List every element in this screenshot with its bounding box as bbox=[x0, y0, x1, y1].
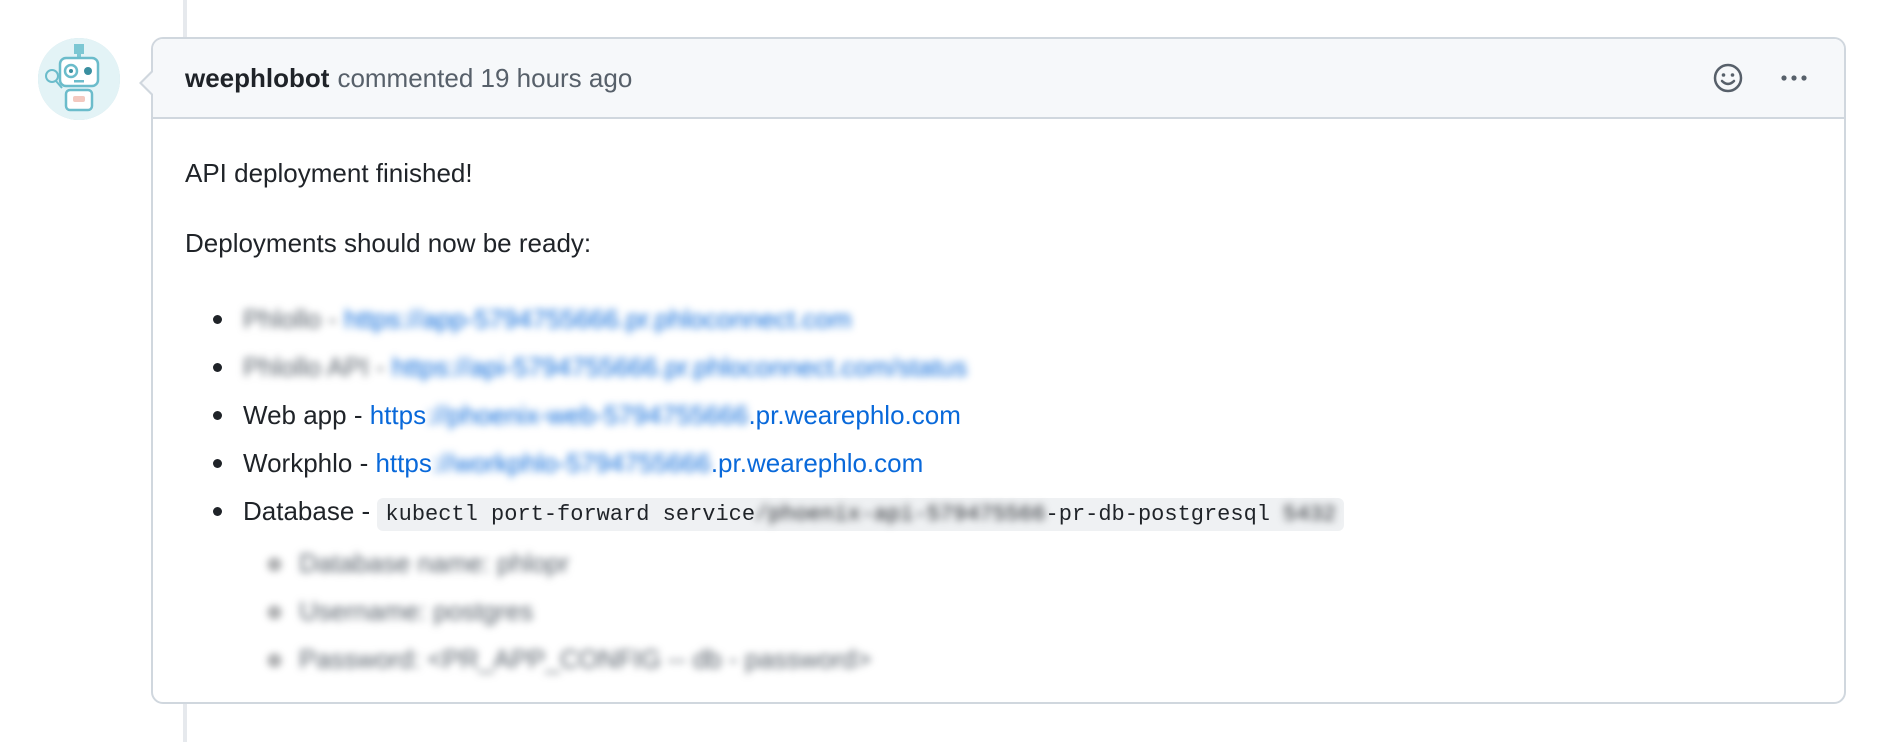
deployment-separator: - bbox=[354, 496, 378, 526]
comment-body: API deployment finished! Deployments sho… bbox=[153, 119, 1844, 683]
add-reaction-button[interactable] bbox=[1708, 58, 1748, 98]
deployment-link[interactable]: https://api-5794755666.pr.phloconnect.co… bbox=[392, 352, 967, 382]
code-end: -pr-db-postgresql bbox=[1045, 502, 1270, 527]
link-hidden: ://phoenix-web-5794755666 bbox=[426, 400, 749, 430]
workphlo-link[interactable]: https://workphlo-5794755666.pr.wearephlo… bbox=[375, 448, 923, 478]
deployment-label: Web app bbox=[243, 400, 347, 430]
deployment-separator: - bbox=[321, 304, 345, 334]
deployment-link[interactable]: https://app-5794755666.pr.phloconnect.co… bbox=[344, 304, 851, 334]
deployment-intro: Deployments should now be ready: bbox=[185, 228, 592, 258]
link-start: https bbox=[369, 400, 427, 430]
link-start: https bbox=[375, 448, 432, 478]
code-hidden: /phoenix-api-579475566 bbox=[755, 502, 1046, 527]
comment-header: weephlobot commented 19 hours ago bbox=[153, 39, 1844, 119]
robot-avatar-icon bbox=[38, 38, 120, 120]
code-tail: 5432 bbox=[1269, 502, 1336, 527]
list-item: Workphlo - https://workphlo-5794755666.p… bbox=[213, 439, 1812, 487]
comment-author[interactable]: weephlobot bbox=[185, 63, 329, 94]
comment-timestamp[interactable]: commented 19 hours ago bbox=[337, 63, 632, 94]
list-item: Phlollo - https://app-5794755666.pr.phlo… bbox=[213, 295, 1812, 343]
list-item: Web app - https://phoenix-web-5794755666… bbox=[213, 391, 1812, 439]
code-start: kubectl port-forward service bbox=[385, 502, 756, 527]
database-detail: Database name: phlopr bbox=[269, 539, 1812, 587]
deployment-label: Phlollo API bbox=[243, 352, 369, 382]
database-details-list: Database name: phlopr Username: postgres… bbox=[243, 539, 1812, 683]
link-end: .pr.wearephlo.com bbox=[710, 448, 924, 478]
deployment-heading: API deployment finished! bbox=[185, 158, 473, 188]
link-hidden: ://workphlo-5794755666 bbox=[431, 448, 711, 478]
deployment-separator: - bbox=[368, 352, 392, 382]
kebab-horizontal-icon bbox=[1781, 75, 1807, 81]
deployment-label: Workphlo bbox=[243, 448, 353, 478]
comment-actions bbox=[1708, 39, 1814, 117]
deployment-label: Database bbox=[243, 496, 355, 526]
link-end: .pr.wearephlo.com bbox=[748, 400, 961, 430]
database-detail: Username: postgres bbox=[269, 587, 1812, 635]
web-app-link[interactable]: https://phoenix-web-5794755666.pr.wearep… bbox=[370, 400, 961, 430]
list-item: Phlollo API - https://api-5794755666.pr.… bbox=[213, 343, 1812, 391]
database-command[interactable]: kubectl port-forward service/phoenix-api… bbox=[377, 498, 1344, 531]
comment-menu-button[interactable] bbox=[1774, 58, 1814, 98]
database-detail: Password: <PR_APP_CONFIG -- db - passwor… bbox=[269, 635, 1812, 683]
deployment-separator: - bbox=[346, 400, 370, 430]
deployment-list: Phlollo - https://app-5794755666.pr.phlo… bbox=[185, 295, 1812, 683]
smiley-icon bbox=[1713, 63, 1743, 93]
comment-box: weephlobot commented 19 hours ago API de… bbox=[139, 37, 1846, 704]
deployment-separator: - bbox=[352, 448, 376, 478]
avatar[interactable] bbox=[38, 38, 120, 120]
deployment-label: Phlollo bbox=[243, 304, 322, 334]
list-item: Database - kubectl port-forward service/… bbox=[213, 487, 1812, 683]
